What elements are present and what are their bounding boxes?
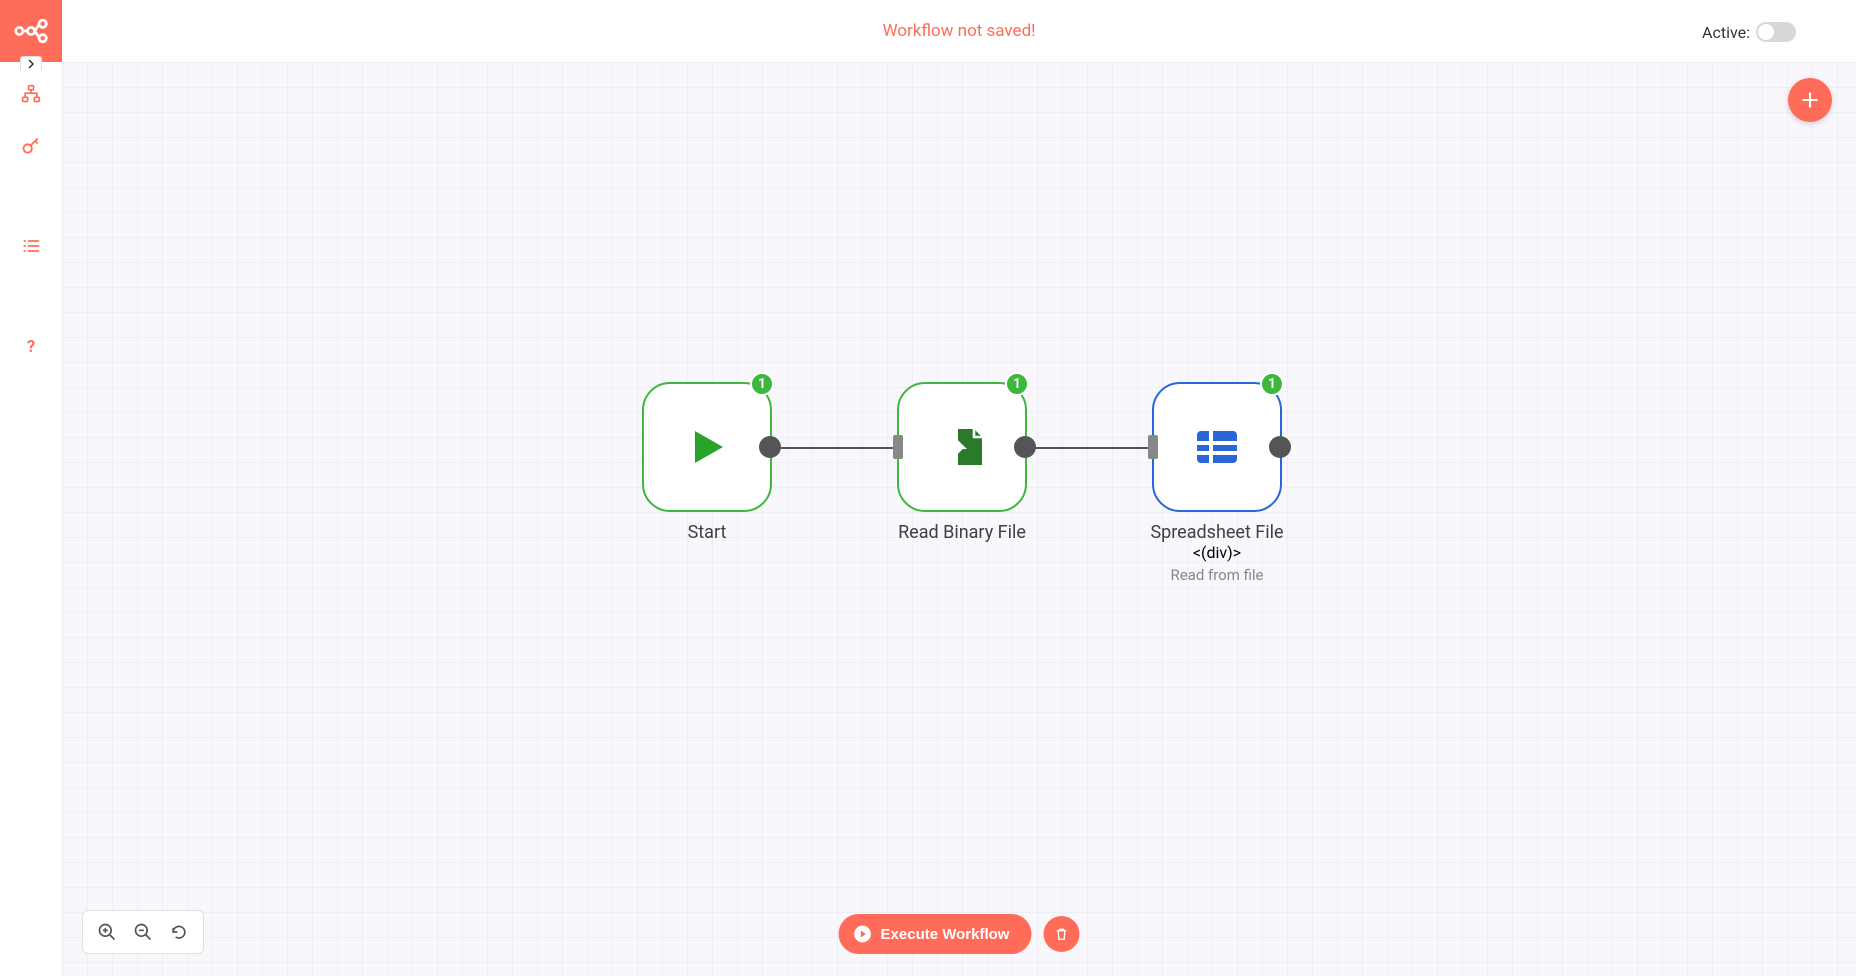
node-sublabel: Read from file bbox=[1170, 566, 1263, 584]
clear-execution-button[interactable] bbox=[1043, 916, 1079, 952]
output-port[interactable] bbox=[1014, 436, 1036, 458]
file-import-icon bbox=[938, 423, 986, 471]
node-exec-badge: 1 bbox=[1260, 372, 1284, 396]
zoom-in-icon bbox=[97, 922, 117, 942]
node-box: 1 bbox=[1152, 382, 1282, 512]
zoom-out-icon bbox=[133, 922, 153, 942]
node-box: 1 bbox=[642, 382, 772, 512]
table-icon bbox=[1193, 423, 1241, 471]
execute-workflow-label: Execute Workflow bbox=[881, 926, 1010, 943]
question-icon: ? bbox=[21, 336, 41, 356]
n8n-logo-icon bbox=[13, 13, 49, 49]
zoom-in-button[interactable] bbox=[89, 917, 125, 947]
execute-workflow-button[interactable]: Execute Workflow bbox=[839, 914, 1032, 954]
node-label: Start bbox=[688, 522, 727, 543]
play-icon bbox=[683, 423, 731, 471]
node-exec-badge: 1 bbox=[750, 372, 774, 396]
sidebar-item-workflows[interactable] bbox=[19, 82, 43, 106]
workflow-canvas[interactable]: 1 Start 1 bbox=[62, 62, 1856, 976]
undo-icon bbox=[169, 922, 189, 942]
key-icon bbox=[21, 136, 41, 156]
node-box: 1 bbox=[897, 382, 1027, 512]
node-label: Spreadsheet File bbox=[1150, 522, 1283, 543]
input-port[interactable] bbox=[1148, 435, 1158, 459]
sidebar-item-credentials[interactable] bbox=[19, 134, 43, 158]
node-spreadsheet-file[interactable]: 1 Spreadsheet File <(div)> Read from fil… bbox=[1152, 382, 1282, 584]
reset-zoom-button[interactable] bbox=[161, 917, 197, 947]
zoom-out-button[interactable] bbox=[125, 917, 161, 947]
add-node-button[interactable] bbox=[1788, 78, 1832, 122]
zoom-controls bbox=[82, 910, 204, 954]
chevron-right-icon bbox=[26, 59, 36, 69]
nodes-layer: 1 Start 1 bbox=[62, 62, 1856, 976]
node-start[interactable]: 1 Start bbox=[642, 382, 772, 543]
play-circle-icon bbox=[853, 924, 873, 944]
svg-text:?: ? bbox=[27, 338, 35, 356]
plus-icon bbox=[1800, 90, 1820, 110]
sidebar-item-executions[interactable] bbox=[19, 234, 43, 258]
node-label: Read Binary File bbox=[898, 522, 1026, 543]
workflow-status-text: Workflow not saved! bbox=[882, 21, 1035, 41]
sidebar-item-help[interactable]: ? bbox=[19, 334, 43, 358]
app-logo[interactable] bbox=[0, 0, 62, 62]
header: Workflow not saved! bbox=[62, 0, 1856, 62]
list-icon bbox=[21, 236, 41, 256]
input-port[interactable] bbox=[893, 435, 903, 459]
output-port[interactable] bbox=[1269, 436, 1291, 458]
node-read-binary-file[interactable]: 1 Read Binary File bbox=[897, 382, 1027, 543]
sidebar-expand-toggle[interactable] bbox=[20, 56, 42, 70]
execute-controls: Execute Workflow bbox=[839, 914, 1080, 954]
trash-icon bbox=[1053, 926, 1069, 942]
node-exec-badge: 1 bbox=[1005, 372, 1029, 396]
sidebar: ? bbox=[0, 0, 62, 976]
workflow-icon bbox=[21, 84, 41, 104]
output-port[interactable] bbox=[759, 436, 781, 458]
